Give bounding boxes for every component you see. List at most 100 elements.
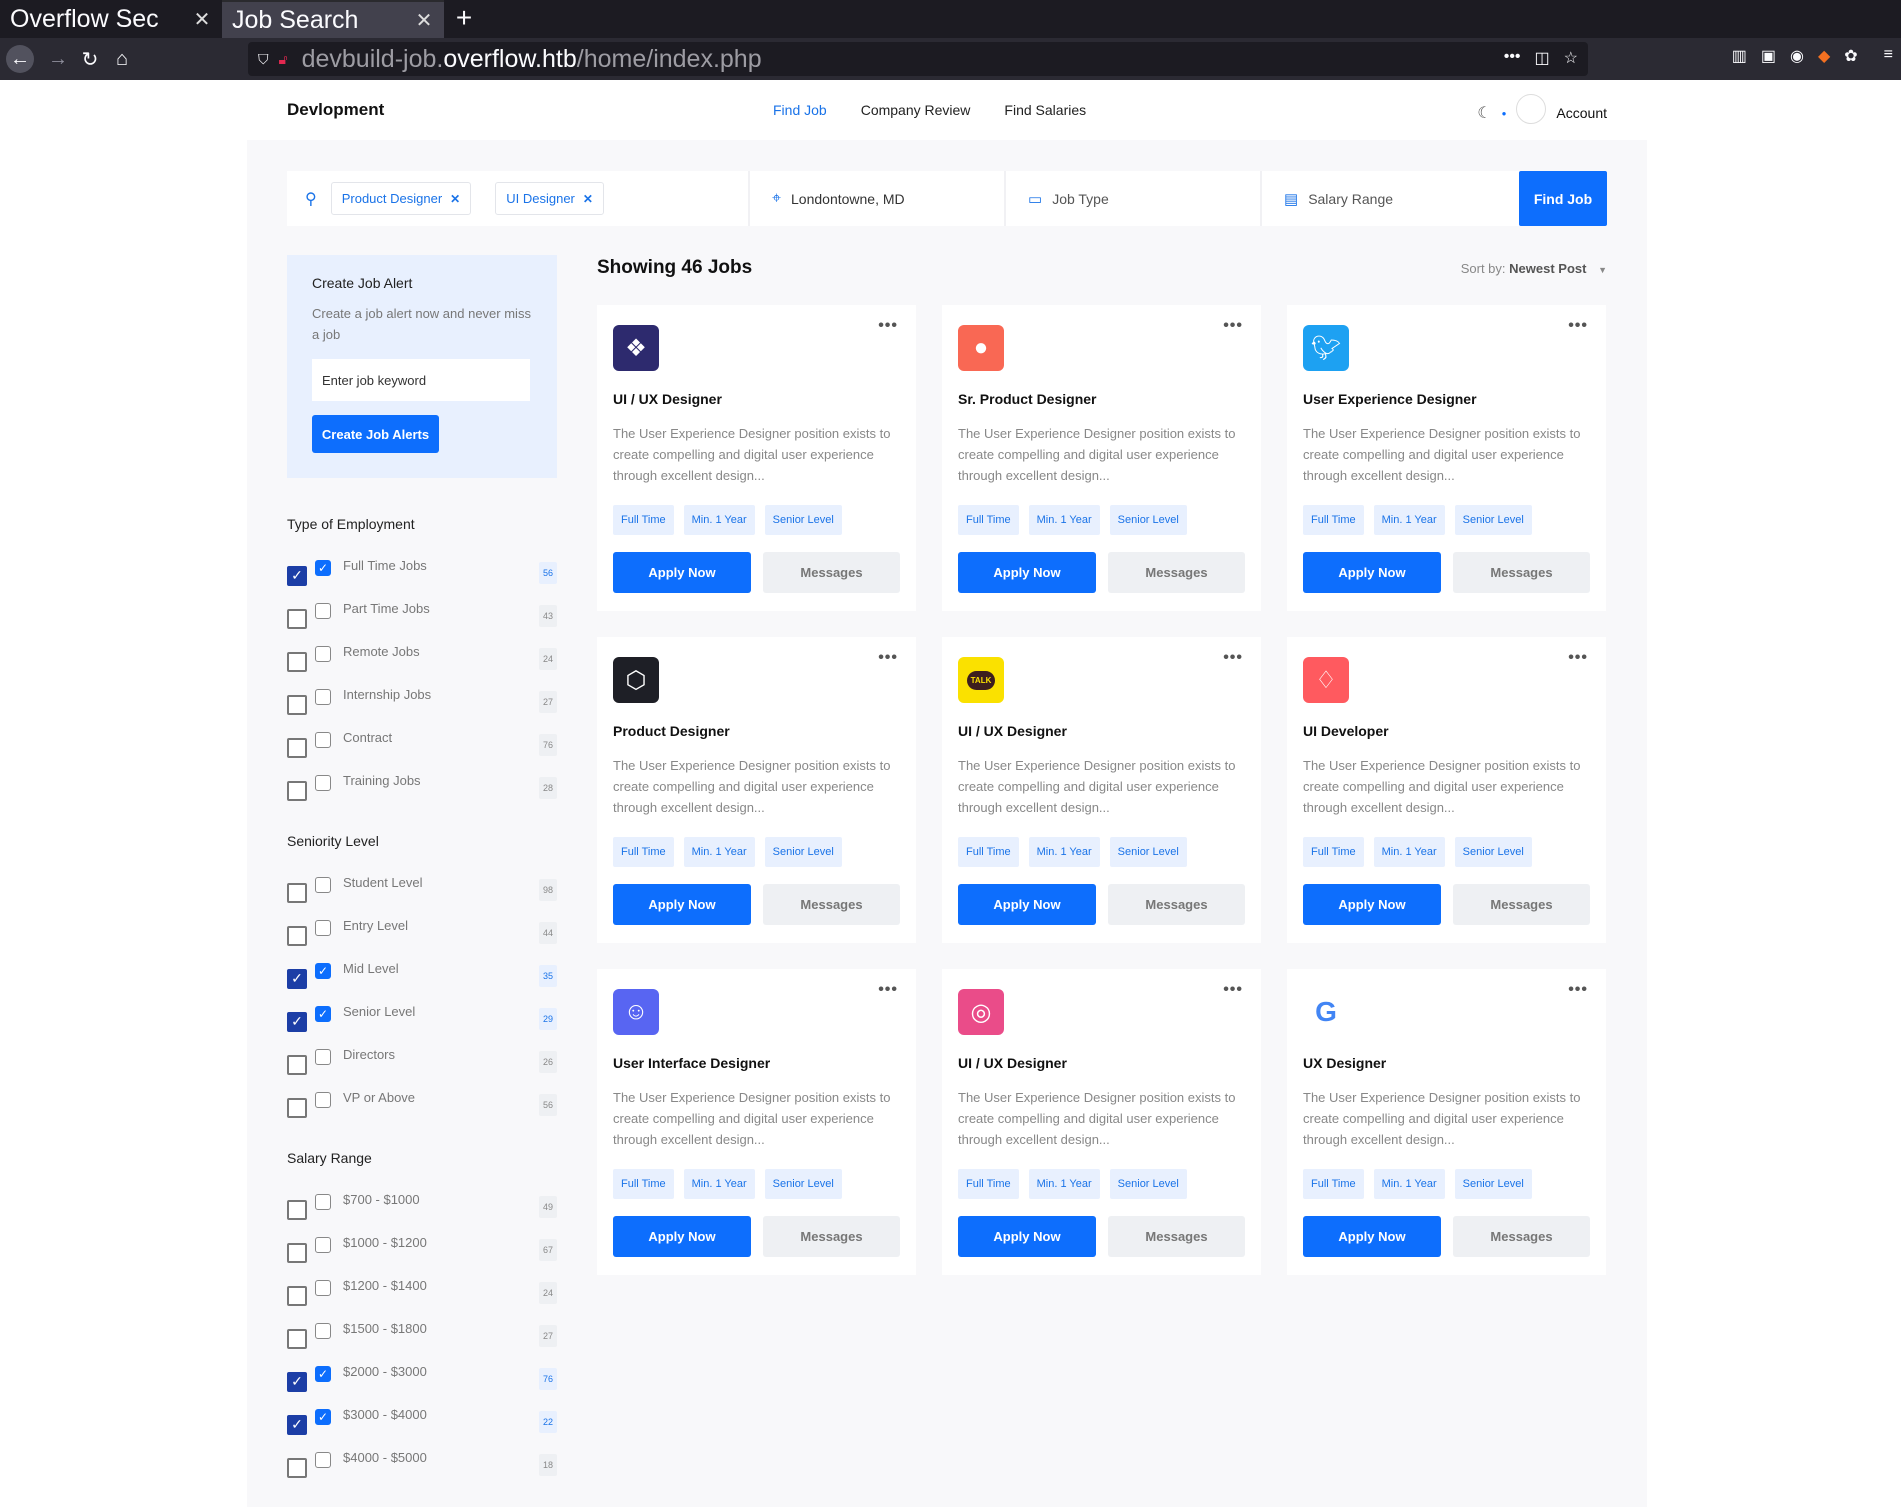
filter-checkbox-inner[interactable]: ✓ (315, 1005, 331, 1022)
job-card[interactable]: ♢ ••• UI Developer The User Experience Desi… (1287, 637, 1606, 943)
address-bar[interactable]: ⛉ 🔓︎ devbuild-job.overflow.htb/home/inde… (248, 42, 1588, 76)
messages-button[interactable]: Messages (763, 1216, 900, 1257)
messages-button[interactable]: Messages (763, 884, 900, 925)
apply-now-button[interactable]: Apply Now (958, 884, 1096, 925)
filter-checkbox[interactable] (287, 1457, 307, 1478)
avatar[interactable] (1516, 94, 1547, 124)
filter-option[interactable]: ✓ ✓ Mid Level 35 (287, 953, 557, 996)
remove-chip-icon[interactable]: ✕ (583, 192, 593, 206)
filter-option[interactable]: Part Time Jobs 43 (287, 593, 557, 636)
bookmark-star-icon[interactable]: ☆ (1564, 48, 1578, 68)
dark-mode-icon[interactable]: ☾ (1477, 103, 1491, 123)
filter-checkbox[interactable] (287, 694, 307, 715)
keyword-field[interactable]: ⚲ Product Designer ✕ UI Designer ✕ (287, 171, 750, 226)
job-card[interactable]: ❖ ••• UI / UX Designer The User Experience … (597, 305, 916, 611)
filter-checkbox-inner[interactable] (315, 645, 331, 662)
filter-checkbox-inner[interactable] (315, 1279, 331, 1296)
job-title[interactable]: UI / UX Designer (958, 723, 1067, 739)
filter-checkbox-inner[interactable] (315, 688, 331, 705)
brand-logo[interactable]: Devlopment (287, 100, 384, 120)
apply-now-button[interactable]: Apply Now (958, 1216, 1096, 1257)
filter-checkbox[interactable] (287, 1097, 307, 1118)
pocket-icon[interactable]: ◫ (1535, 48, 1550, 68)
filter-checkbox-inner[interactable] (315, 602, 331, 619)
more-options-icon[interactable]: ••• (1223, 649, 1243, 667)
filter-checkbox-inner[interactable]: ✓ (315, 559, 331, 576)
filter-option[interactable]: Training Jobs 28 (287, 765, 557, 808)
filter-checkbox[interactable] (287, 1242, 307, 1263)
filter-option[interactable]: ✓ ✓ Full Time Jobs 56 (287, 550, 557, 593)
job-title[interactable]: User Interface Designer (613, 1055, 770, 1071)
filter-option[interactable]: $700 - $1000 49 (287, 1184, 557, 1227)
job-keyword-input[interactable]: Enter job keyword (312, 359, 530, 401)
library-icon[interactable]: ▥ (1732, 46, 1747, 66)
filter-option[interactable]: Directors 26 (287, 1039, 557, 1082)
job-title[interactable]: Sr. Product Designer (958, 391, 1096, 407)
filter-option[interactable]: $1000 - $1200 67 (287, 1227, 557, 1270)
apply-now-button[interactable]: Apply Now (1303, 1216, 1441, 1257)
filter-checkbox-inner[interactable] (315, 774, 331, 791)
messages-button[interactable]: Messages (1108, 884, 1245, 925)
filter-checkbox-inner[interactable] (315, 1193, 331, 1210)
filter-option[interactable]: $4000 - $5000 18 (287, 1442, 557, 1485)
filter-option[interactable]: Remote Jobs 24 (287, 636, 557, 679)
apply-now-button[interactable]: Apply Now (1303, 884, 1441, 925)
more-options-icon[interactable]: ••• (878, 317, 898, 335)
browser-tab-active[interactable]: Job Search ✕ (222, 0, 444, 38)
job-card[interactable]: G ••• UX Designer The User Experience Desig… (1287, 969, 1606, 1275)
remove-chip-icon[interactable]: ✕ (450, 192, 460, 206)
filter-checkbox-inner[interactable] (315, 731, 331, 748)
filter-checkbox[interactable]: ✓ (287, 968, 307, 989)
menu-icon[interactable]: ≡ (1884, 46, 1893, 66)
filter-option[interactable]: ✓ ✓ $3000 - $4000 22 (287, 1399, 557, 1442)
filter-checkbox-inner[interactable] (315, 1451, 331, 1468)
apply-now-button[interactable]: Apply Now (1303, 552, 1441, 593)
filter-checkbox-inner[interactable] (315, 919, 331, 936)
filter-checkbox[interactable]: ✓ (287, 1011, 307, 1032)
messages-button[interactable]: Messages (1453, 884, 1590, 925)
filter-option[interactable]: Entry Level 44 (287, 910, 557, 953)
find-job-button[interactable]: Find Job (1519, 171, 1607, 226)
close-icon[interactable]: ✕ (192, 7, 212, 32)
home-icon[interactable]: ⌂ (106, 43, 138, 75)
job-card[interactable]: ● ••• Sr. Product Designer The User Experie… (942, 305, 1261, 611)
nav-company-review[interactable]: Company Review (861, 102, 971, 118)
job-card[interactable]: TALK ••• UI / UX Designer The User Experien… (942, 637, 1261, 943)
filter-option[interactable]: Internship Jobs 27 (287, 679, 557, 722)
reload-icon[interactable]: ↻ (74, 43, 106, 75)
sort-dropdown[interactable]: Sort by: Newest Post ▼ (1461, 261, 1607, 276)
filter-checkbox[interactable] (287, 1328, 307, 1349)
more-options-icon[interactable]: ••• (1568, 649, 1588, 667)
filter-checkbox-inner[interactable] (315, 1236, 331, 1253)
filter-checkbox[interactable]: ✓ (287, 565, 307, 586)
location-field[interactable]: ⌖ Londontowne, MD (750, 171, 1006, 226)
job-title[interactable]: UI Developer (1303, 723, 1389, 739)
filter-option[interactable]: VP or Above 56 (287, 1082, 557, 1125)
nav-find-salaries[interactable]: Find Salaries (1004, 102, 1086, 118)
filter-option[interactable]: Contract 76 (287, 722, 557, 765)
job-card[interactable]: 🐦︎ ••• User Experience Designer The User Ex… (1287, 305, 1606, 611)
filter-checkbox[interactable] (287, 925, 307, 946)
more-options-icon[interactable]: ••• (878, 649, 898, 667)
filter-option[interactable]: $1500 - $1800 27 (287, 1313, 557, 1356)
page-actions-icon[interactable]: ••• (1504, 48, 1521, 68)
filter-checkbox-inner[interactable] (315, 1048, 331, 1065)
salary-range-select[interactable]: ▤ Salary Range (1262, 171, 1519, 226)
filter-option[interactable]: $1200 - $1400 24 (287, 1270, 557, 1313)
cookie-icon[interactable]: ✿ (1844, 46, 1857, 66)
filter-checkbox-inner[interactable]: ✓ (315, 962, 331, 979)
messages-button[interactable]: Messages (1108, 552, 1245, 593)
filter-checkbox[interactable] (287, 780, 307, 801)
more-options-icon[interactable]: ••• (1223, 981, 1243, 999)
job-title[interactable]: Product Designer (613, 723, 730, 739)
extension-icon[interactable]: ◆ (1818, 46, 1830, 66)
account-link[interactable]: Account (1556, 105, 1607, 121)
job-title[interactable]: User Experience Designer (1303, 391, 1477, 407)
nav-find-job[interactable]: Find Job (773, 102, 827, 118)
filter-checkbox[interactable] (287, 651, 307, 672)
filter-option[interactable]: ✓ ✓ $2000 - $3000 76 (287, 1356, 557, 1399)
more-options-icon[interactable]: ••• (1568, 981, 1588, 999)
filter-checkbox[interactable] (287, 1285, 307, 1306)
filter-checkbox[interactable]: ✓ (287, 1371, 307, 1392)
more-options-icon[interactable]: ••• (878, 981, 898, 999)
